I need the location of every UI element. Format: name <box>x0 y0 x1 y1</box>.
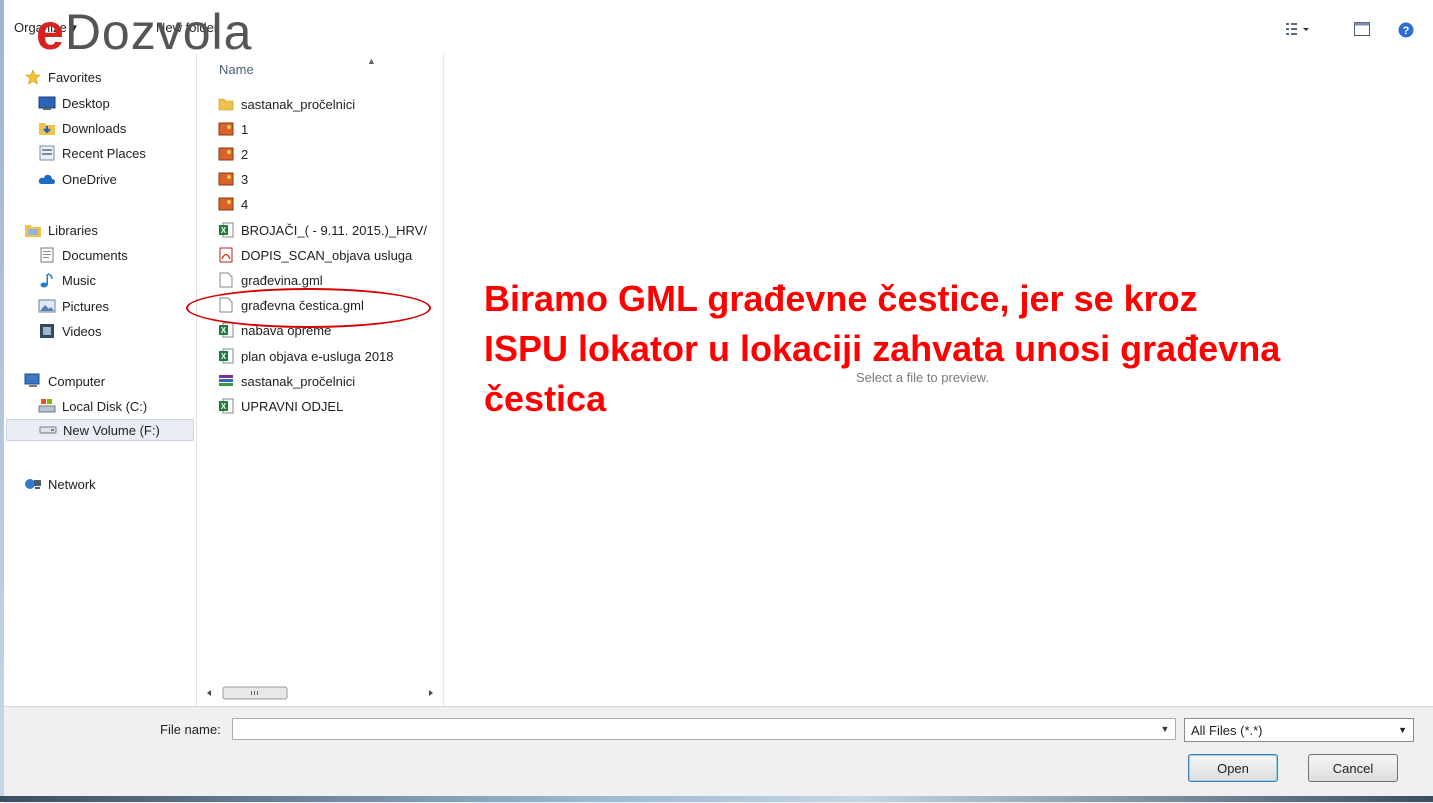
annotation-text: Biramo GML građevne čestice, jer se kroz… <box>484 274 1414 424</box>
onedrive-cloud-icon <box>38 171 56 187</box>
chevron-down-icon: ▼ <box>1398 725 1407 735</box>
svg-text:X: X <box>221 352 227 361</box>
nav-desktop[interactable]: Desktop <box>38 92 110 114</box>
file-name-dropdown-icon[interactable]: ▼ <box>1154 718 1176 740</box>
annotation-line-3: čestica <box>484 378 607 419</box>
navigation-pane: Favorites Desktop Downloads Recent Place… <box>4 52 197 706</box>
file-type-filter[interactable]: All Files (*.*) ▼ <box>1184 718 1414 742</box>
help-icon[interactable]: ? <box>1398 22 1414 38</box>
nav-recent-places[interactable]: Recent Places <box>38 142 146 164</box>
cancel-button[interactable]: Cancel <box>1308 754 1398 782</box>
excel-file-icon: X <box>217 347 235 365</box>
file-name-input[interactable] <box>232 718 1176 740</box>
network-icon <box>24 476 42 492</box>
file-row[interactable]: 3 <box>217 167 443 191</box>
computer-icon <box>24 373 42 389</box>
file-row[interactable]: 1 <box>217 117 443 141</box>
pdf-file-icon <box>217 246 235 264</box>
svg-text:X: X <box>221 326 227 335</box>
file-row[interactable]: sastanak_pročelnici <box>217 92 443 116</box>
file-name-label: File name: <box>160 722 221 737</box>
image-file-icon <box>217 145 235 163</box>
drive-icon <box>39 422 57 438</box>
music-note-icon <box>38 272 56 288</box>
nav-onedrive[interactable]: OneDrive <box>38 168 117 190</box>
highlight-ellipse <box>186 288 431 328</box>
column-header-name[interactable]: Name <box>219 62 254 77</box>
excel-file-icon: X <box>217 221 235 239</box>
image-file-icon <box>217 120 235 138</box>
nav-music[interactable]: Music <box>38 269 96 291</box>
nav-computer[interactable]: Computer <box>24 370 105 392</box>
nav-documents[interactable]: Documents <box>38 244 128 266</box>
svg-text:?: ? <box>1403 25 1410 37</box>
local-disk-icon <box>38 398 56 414</box>
downloads-folder-icon <box>38 120 56 136</box>
sort-ascending-icon: ▲ <box>367 56 376 66</box>
file-row[interactable]: DOPIS_SCAN_objava usluga <box>217 243 443 267</box>
nav-videos[interactable]: Videos <box>38 320 102 342</box>
folder-icon <box>217 95 235 113</box>
file-row[interactable]: X BROJAČI_( - 9.11. 2015.)_HRV/ <box>217 218 443 242</box>
nav-pictures[interactable]: Pictures <box>38 295 109 317</box>
star-icon <box>24 69 42 85</box>
nav-local-disk[interactable]: Local Disk (C:) <box>38 395 147 417</box>
libraries-icon <box>24 222 42 238</box>
file-row[interactable]: 2 <box>217 142 443 166</box>
archive-file-icon <box>217 372 235 390</box>
view-options-icon[interactable] <box>1286 22 1309 36</box>
nav-libraries[interactable]: Libraries <box>24 219 98 241</box>
taskbar-edge <box>0 796 1433 802</box>
desktop-icon <box>38 95 56 111</box>
preview-pane-icon[interactable] <box>1354 22 1370 36</box>
pictures-icon <box>38 298 56 314</box>
annotation-line-2: ISPU lokator u lokaciji zahvata unosi gr… <box>484 328 1281 369</box>
horizontal-scrollbar[interactable] <box>201 685 439 701</box>
image-file-icon <box>217 195 235 213</box>
svg-text:X: X <box>221 226 227 235</box>
open-button[interactable]: Open <box>1188 754 1278 782</box>
file-row[interactable]: X plan objava e-usluga 2018 <box>217 344 443 368</box>
recent-places-icon <box>38 145 56 161</box>
videos-icon <box>38 323 56 339</box>
nav-network[interactable]: Network <box>24 473 96 495</box>
annotation-line-1: Biramo GML građevne čestice, jer se kroz <box>484 278 1198 319</box>
file-row[interactable]: X UPRAVNI ODJEL <box>217 394 443 418</box>
file-list-pane: Name ▲ sastanak_pročelnici 1 2 3 4 X BRO… <box>197 52 444 706</box>
excel-file-icon: X <box>217 397 235 415</box>
nav-new-volume[interactable]: New Volume (F:) <box>6 419 194 441</box>
svg-text:X: X <box>221 402 227 411</box>
nav-downloads[interactable]: Downloads <box>38 117 126 139</box>
image-file-icon <box>217 170 235 188</box>
blank-file-icon <box>217 271 235 289</box>
file-row[interactable]: sastanak_pročelnici <box>217 369 443 393</box>
file-row[interactable]: 4 <box>217 192 443 216</box>
nav-favorites[interactable]: Favorites <box>24 66 101 88</box>
documents-icon <box>38 247 56 263</box>
